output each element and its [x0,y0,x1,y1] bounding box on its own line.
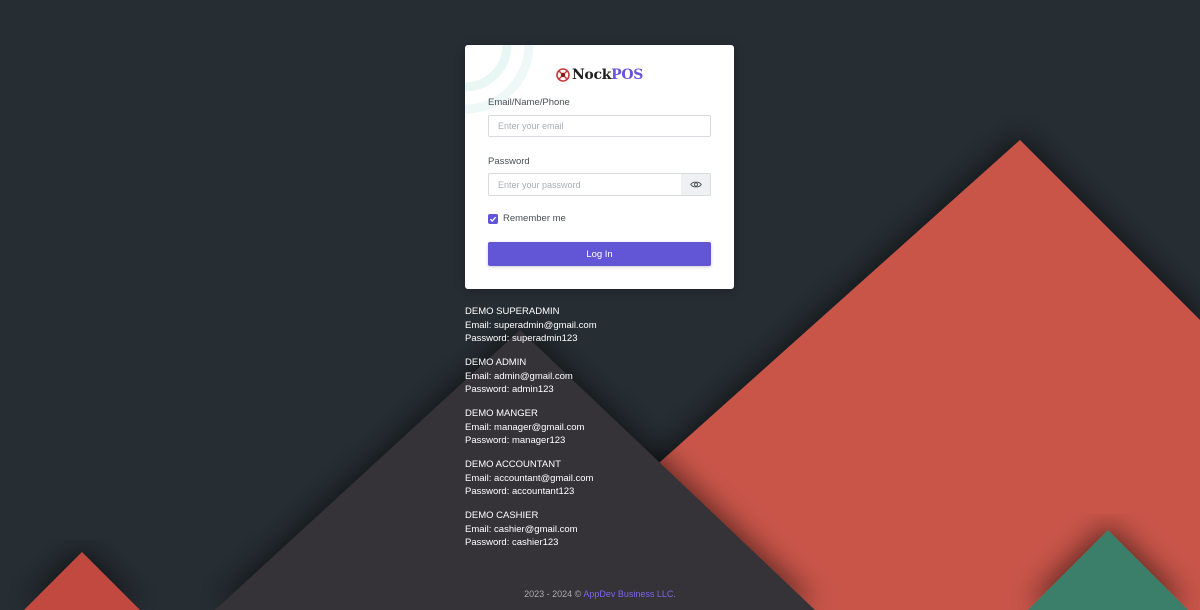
demo-account-password: Password: manager123 [465,435,566,446]
email-label: Email/Name/Phone [488,97,570,108]
demo-account-title: DEMO ADMIN [465,357,527,368]
password-input[interactable] [488,173,682,196]
remember-me-label[interactable]: Remember me [503,213,566,224]
demo-account-title: DEMO MANGER [465,408,538,419]
brand-name: NockPOS [571,67,644,83]
demo-account-superadmin: DEMO SUPERADMIN Email: superadmin@gmail.… [465,305,597,346]
checkmark-icon [489,216,497,222]
brand-logo: NockPOS [465,67,734,83]
demo-account-password: Password: superadmin123 [465,333,578,344]
toggle-password-button[interactable] [681,173,711,196]
remember-me-checkbox[interactable] [488,214,498,224]
demo-account-email: Email: superadmin@gmail.com [465,319,597,331]
demo-account-cashier: DEMO CASHIER Email: cashier@gmail.com Pa… [465,509,597,550]
eye-icon [689,181,702,188]
login-card: NockPOS Email/Name/Phone Password Rememb… [465,45,734,289]
password-label: Password [488,156,530,167]
login-button[interactable]: Log In [488,242,711,266]
demo-account-password: Password: accountant123 [465,486,575,497]
demo-account-title: DEMO SUPERADMIN [465,306,560,317]
demo-account-email: Email: accountant@gmail.com [465,472,594,484]
demo-account-password: Password: admin123 [465,384,554,395]
email-input[interactable] [488,115,711,137]
demo-account-accountant: DEMO ACCOUNTANT Email: accountant@gmail.… [465,458,597,499]
company-link[interactable]: AppDev Business LLC. [583,589,676,599]
demo-account-title: DEMO CASHIER [465,510,539,521]
demo-account-admin: DEMO ADMIN Email: admin@gmail.com Passwo… [465,356,597,397]
demo-account-email: Email: manager@gmail.com [465,421,585,433]
logo-icon [556,68,570,82]
demo-accounts: DEMO SUPERADMIN Email: superadmin@gmail.… [465,305,597,560]
demo-account-password: Password: cashier123 [465,537,559,548]
demo-account-manager: DEMO MANGER Email: manager@gmail.com Pas… [465,407,597,448]
demo-account-title: DEMO ACCOUNTANT [465,459,561,470]
footer: 2023 - 2024 © AppDev Business LLC. [0,589,1200,599]
demo-account-email: Email: cashier@gmail.com [465,523,578,535]
footer-copyright: 2023 - 2024 © [524,589,584,599]
demo-account-email: Email: admin@gmail.com [465,370,573,382]
